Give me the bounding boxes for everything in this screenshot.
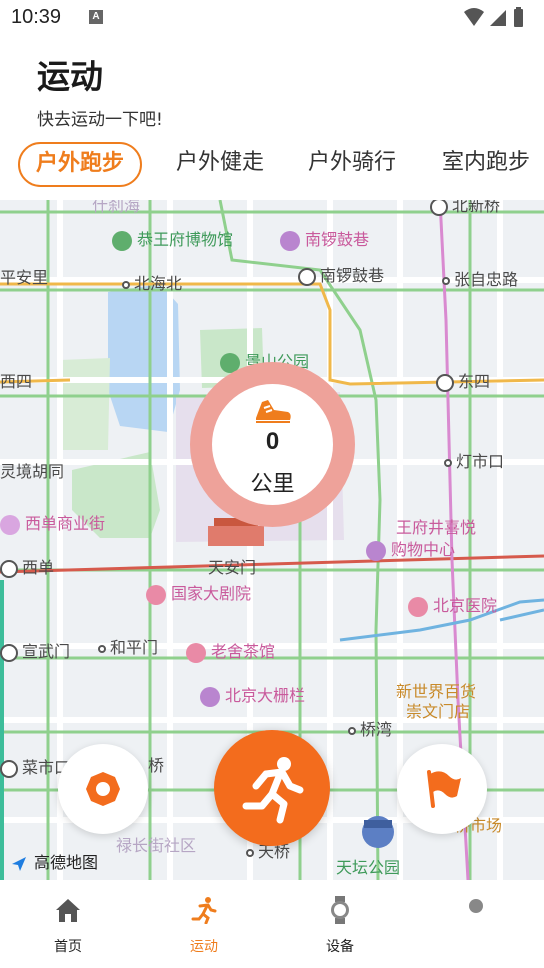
map-label-nanluoguxiang-station: 南锣鼓巷	[298, 266, 384, 286]
hospital-icon	[408, 596, 428, 617]
station-dot-icon	[444, 458, 452, 467]
shopping-icon	[200, 686, 220, 707]
shopping-icon	[366, 540, 386, 561]
map-label-xidan: 西单	[0, 558, 54, 578]
status-icons	[464, 7, 523, 27]
page-title: 运动	[37, 57, 103, 96]
station-dot-icon	[122, 280, 130, 289]
map-label-beixinqiao: 北新桥	[430, 200, 500, 216]
station-dot-icon	[246, 848, 254, 857]
teahouse-icon	[186, 642, 206, 663]
amap-logo: 高德地图	[10, 849, 98, 873]
tab-outdoor-run[interactable]: 户外跑步	[18, 142, 143, 187]
map-label-beijingyiyuan: 北京医院	[408, 596, 497, 617]
station-icon	[298, 267, 316, 286]
map-label-luchangjie: 禄长街社区	[116, 836, 197, 855]
map-label-gongwangfu: 恭王府博物馆	[112, 230, 233, 251]
status-bar: 10:39 A	[0, 0, 544, 38]
home-icon	[56, 899, 80, 922]
map-label-pinganli: 平安里	[0, 268, 49, 287]
station-icon	[436, 373, 454, 392]
distance-value: 0	[265, 428, 280, 455]
map-label-nanluoguxiang-poi: 南锣鼓巷	[280, 230, 369, 251]
map-label-shichahai: 什刹海	[92, 200, 141, 215]
signal-icon	[490, 10, 506, 26]
map-label-xinshijie: 新世界百货	[396, 682, 477, 701]
nav-sport-label: 运动	[190, 939, 218, 955]
tab-outdoor-walk[interactable]: 户外健走	[176, 142, 264, 187]
tab-indoor-run[interactable]: 室内跑步	[442, 142, 530, 187]
watch-icon	[331, 896, 349, 924]
station-icon	[0, 559, 18, 578]
profile-icon	[469, 899, 483, 913]
distance-inner: 0 公里	[212, 384, 333, 505]
page-subtitle: 快去运动一下吧!	[37, 110, 163, 130]
settings-icon	[86, 772, 120, 806]
nav-home-label: 首页	[54, 939, 82, 955]
a-icon: A	[89, 10, 103, 24]
nav-device-label: 设备	[326, 939, 354, 955]
status-time: 10:39	[11, 6, 62, 28]
nav-home[interactable]: 首页	[18, 880, 118, 968]
nav-profile[interactable]	[426, 880, 526, 968]
start-run-button[interactable]	[214, 730, 330, 846]
map-label-beihaibei: 北海北	[122, 274, 182, 294]
bottom-nav: 首页 运动 设备	[0, 880, 544, 968]
tab-outdoor-cycle[interactable]: 户外骑行	[308, 142, 396, 187]
station-icon	[0, 759, 18, 778]
settings-button[interactable]	[58, 744, 148, 834]
map-label-xisi: 西四	[0, 372, 33, 391]
map-label-hepingmen: 和平门	[98, 638, 158, 658]
station-dot-icon	[348, 726, 356, 735]
battery-icon	[514, 9, 523, 27]
nav-sport[interactable]: 运动	[154, 880, 254, 968]
map-label-guojiadajuyuan: 国家大剧院	[146, 584, 251, 605]
theater-icon	[146, 584, 166, 605]
flag-button[interactable]	[397, 744, 487, 834]
map-label-xuanwumen: 宣武门	[0, 642, 70, 662]
map-label-tiantan: 天坛公园	[336, 858, 401, 877]
distance-display: 0 公里	[190, 362, 355, 527]
nav-device[interactable]: 设备	[290, 880, 390, 968]
map-label-dashilan: 北京大栅栏	[200, 686, 305, 707]
map-label-lingjinghutong: 灵境胡同	[0, 462, 65, 481]
map-label-laoshechaguan: 老舍茶馆	[186, 642, 275, 663]
station-dot-icon	[98, 644, 106, 653]
sport-mode-tabs: 户外跑步 户外健走 户外骑行 室内跑步	[18, 142, 544, 187]
map-label-wangfujing: 王府井喜悦	[396, 518, 477, 537]
map-label-zhangzizhonglu: 张自忠路	[442, 270, 518, 290]
wifi-icon	[464, 8, 484, 26]
map-label-xidan-mall: 西单商业街	[0, 514, 105, 535]
map-label-tiananmen: 天安门	[208, 558, 257, 577]
museum-icon	[112, 230, 132, 251]
shopping-icon	[0, 514, 20, 535]
running-icon	[191, 897, 217, 924]
station-icon	[430, 200, 448, 216]
map-label-fangqiao: 桥	[148, 756, 165, 775]
map-label-chongwenmen: 崇文门店	[406, 702, 471, 721]
shopping-icon	[280, 230, 300, 251]
station-icon	[0, 643, 18, 662]
map-label-wangfujing-2: 购物中心	[366, 540, 455, 561]
map-label-dengshikou: 灯市口	[444, 452, 504, 472]
distance-unit: 公里	[250, 472, 295, 497]
running-icon	[242, 757, 304, 824]
navigation-arrow-icon	[12, 856, 26, 871]
flag-icon	[427, 770, 461, 808]
station-dot-icon	[442, 276, 450, 285]
map-label-qiaowan: 桥湾	[348, 720, 392, 740]
map-label-dongsi: 东四	[436, 372, 490, 392]
running-shoe-icon	[256, 400, 291, 423]
